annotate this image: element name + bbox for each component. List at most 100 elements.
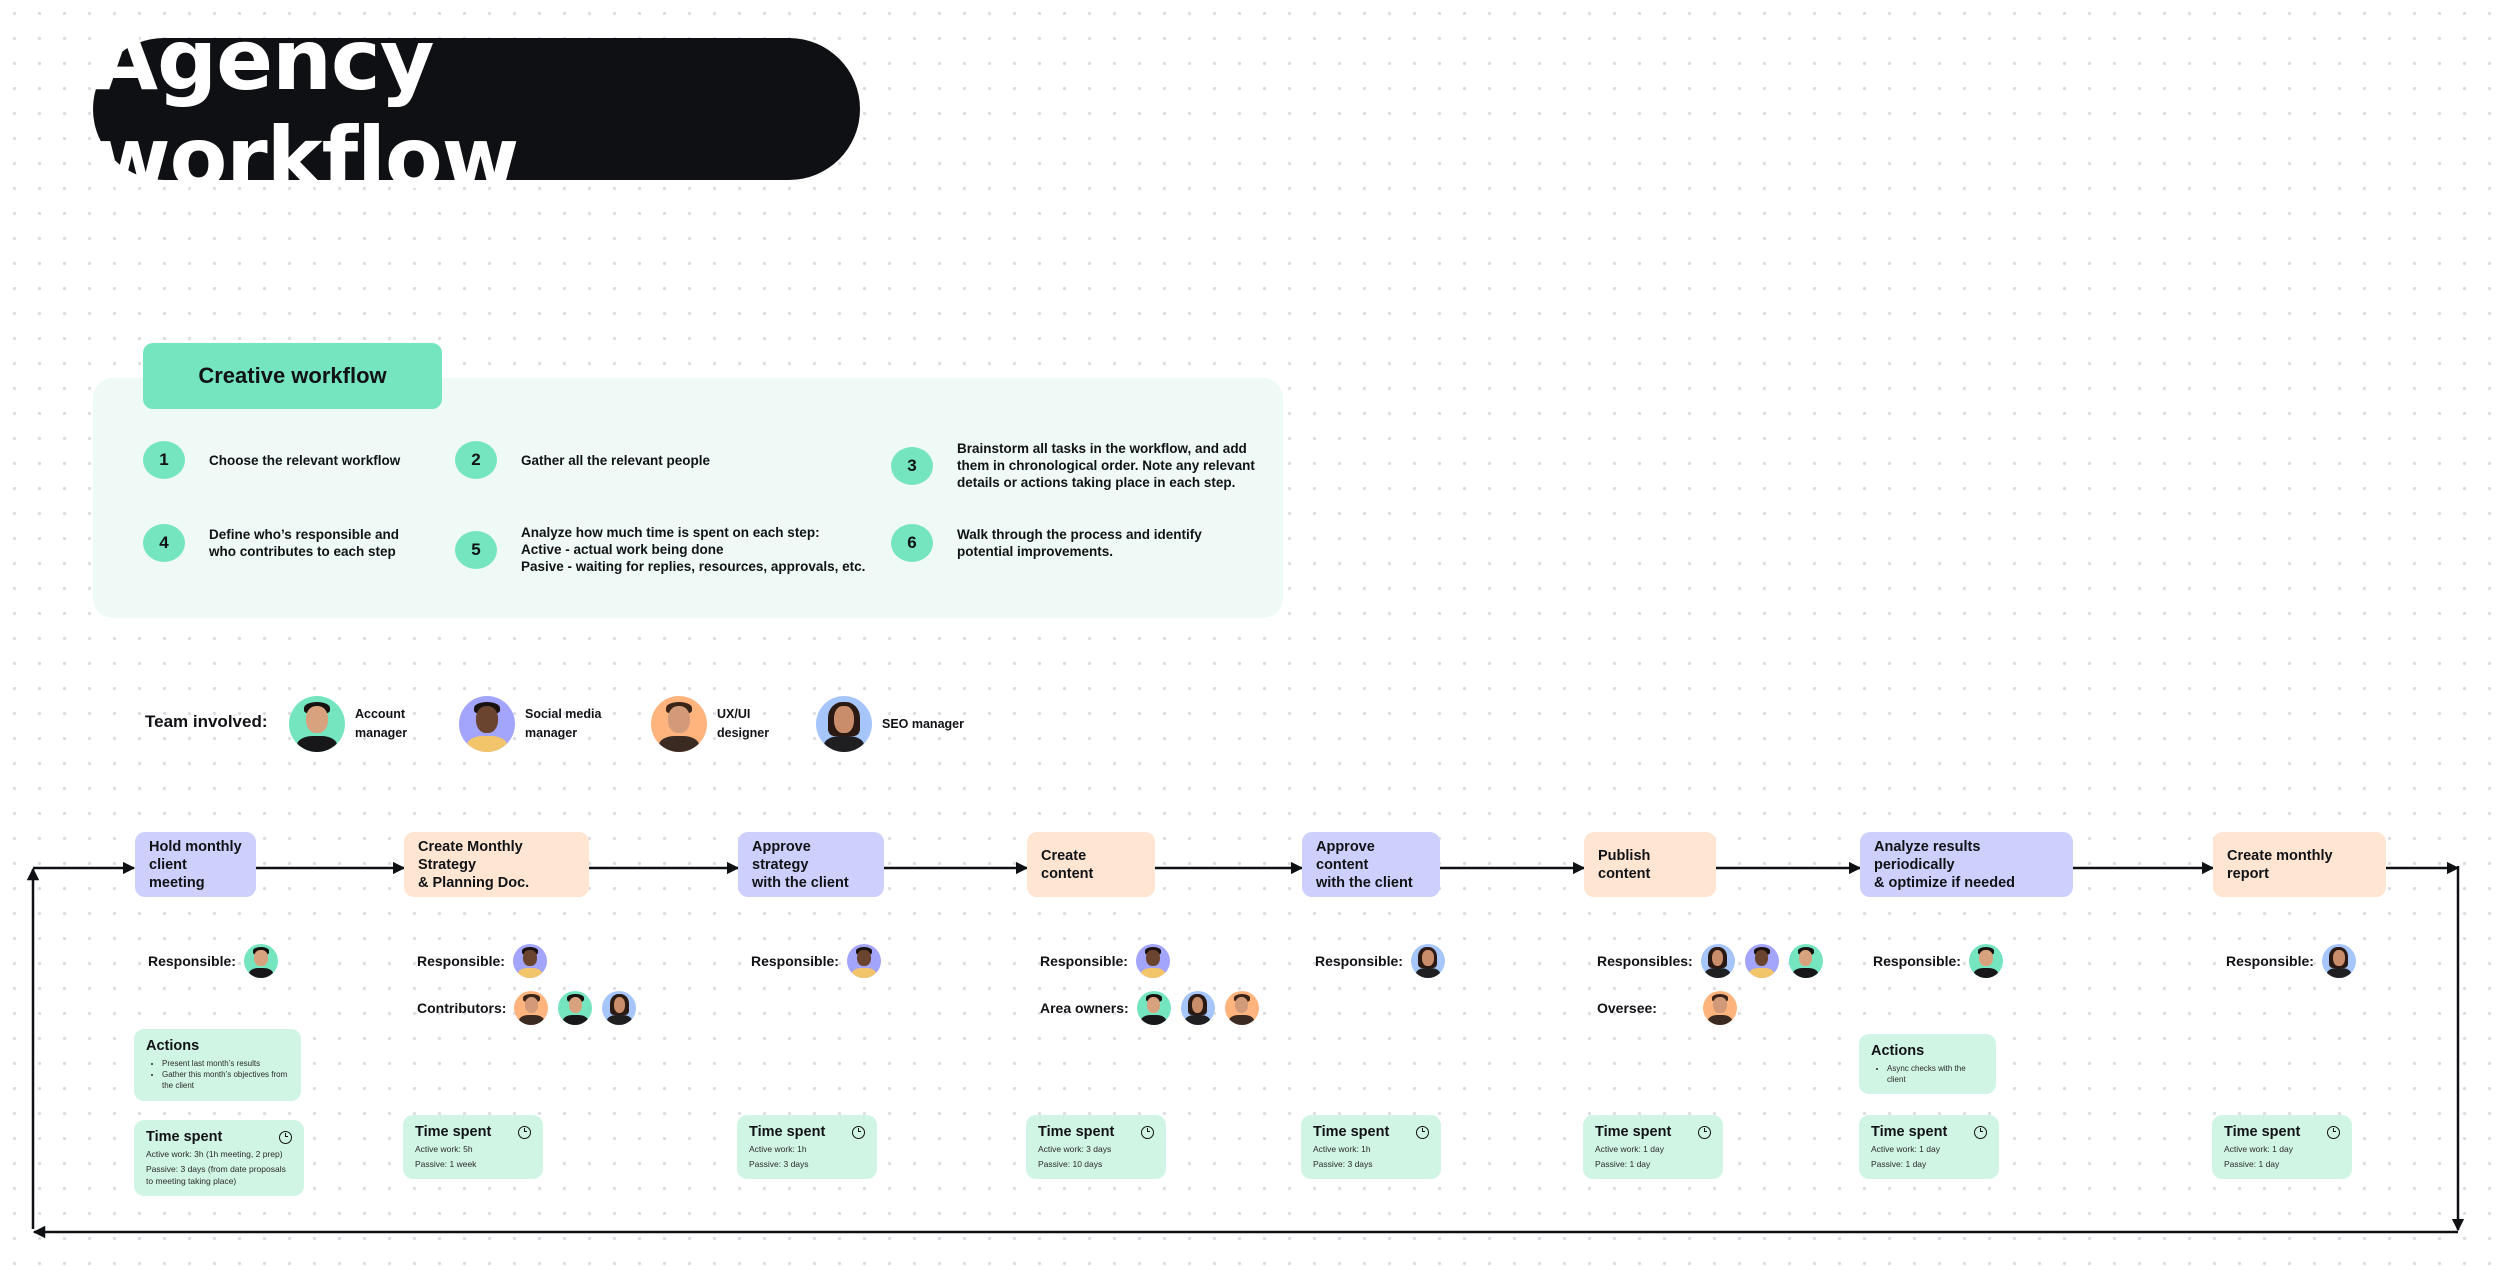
time-passive: Passive: 1 day xyxy=(2224,1159,2280,1169)
time-active: Active work: 3h (1h meeting, 2 prep) xyxy=(146,1149,283,1159)
role-row: Responsible: xyxy=(751,944,881,978)
clock-icon xyxy=(1141,1125,1154,1139)
role-avatars xyxy=(1410,944,1445,978)
avatar-account-manager xyxy=(1136,991,1171,1025)
role-label: Responsible: xyxy=(1315,953,1403,969)
actions-card: Actions Async checks with the client xyxy=(1859,1034,1996,1094)
role-avatars xyxy=(514,991,637,1025)
time-passive: Passive: 3 days xyxy=(749,1159,809,1169)
avatar-seo-manager xyxy=(2321,944,2356,978)
avatar-account-manager xyxy=(1968,944,2003,978)
time-spent-header: Time spent xyxy=(1871,1124,1987,1140)
time-active: Active work: 1h xyxy=(1313,1144,1371,1154)
workflow-step-box[interactable]: Publish content xyxy=(1584,832,1716,897)
role-row: Responsible: xyxy=(1315,944,1445,978)
action-item: Gather this month’s objectives from the … xyxy=(162,1069,289,1091)
role-label: Responsible: xyxy=(417,953,505,969)
avatar-account-manager xyxy=(243,944,278,978)
role-row: Responsible: xyxy=(417,944,547,978)
workflow-step-box[interactable]: Approve content with the client xyxy=(1302,832,1440,897)
role-avatars xyxy=(1968,944,2003,978)
avatar-ux-ui-designer xyxy=(514,991,549,1025)
workflow-step-box[interactable]: Analyze results periodically & optimize … xyxy=(1860,832,2073,897)
actions-title: Actions xyxy=(1871,1043,1925,1059)
time-spent-title: Time spent xyxy=(146,1129,223,1145)
time-spent-header: Time spent xyxy=(146,1129,292,1145)
workflow-step-box[interactable]: Create Monthly Strategy & Planning Doc. xyxy=(404,832,589,897)
role-row: Responsibles: xyxy=(1597,944,1823,978)
time-spent-title: Time spent xyxy=(1595,1124,1672,1140)
time-passive: Passive: 3 days xyxy=(1313,1159,1373,1169)
avatar-ux-ui-designer xyxy=(1703,991,1737,1025)
workflow-step-box[interactable]: Hold monthly client meeting xyxy=(135,832,256,897)
time-spent-header: Time spent xyxy=(749,1124,865,1140)
time-spent-header: Time spent xyxy=(1313,1124,1429,1140)
avatar-account-manager xyxy=(1788,944,1823,978)
avatar-social-media-manager xyxy=(1135,944,1170,978)
actions-list: Async checks with the client xyxy=(1871,1063,1984,1085)
avatar-seo-manager xyxy=(1410,944,1445,978)
avatar-social-media-manager xyxy=(512,944,547,978)
role-label: Responsible: xyxy=(148,953,236,969)
time-spent-title: Time spent xyxy=(2224,1124,2301,1140)
role-label: Oversee: xyxy=(1597,1000,1657,1016)
time-spent-title: Time spent xyxy=(1038,1124,1115,1140)
role-row: Oversee: xyxy=(1597,991,1737,1025)
time-spent-header: Time spent xyxy=(1038,1124,1154,1140)
time-active: Active work: 1 day xyxy=(2224,1144,2293,1154)
time-spent-card: Time spent Active work: 1 day Passive: 1 d… xyxy=(1859,1115,1999,1179)
clock-icon xyxy=(2327,1125,2340,1139)
time-spent-card: Time spent Active work: 1 day Passive: 1 d… xyxy=(1583,1115,1723,1179)
time-spent-card: Time spent Active work: 1h Passive: 3 days xyxy=(737,1115,877,1179)
workflow-step-box[interactable]: Approve strategy with the client xyxy=(738,832,884,897)
time-spent-title: Time spent xyxy=(415,1124,492,1140)
avatar-social-media-manager xyxy=(1744,944,1779,978)
role-avatars xyxy=(1700,944,1823,978)
time-active: Active work: 3 days xyxy=(1038,1144,1112,1154)
time-spent-title: Time spent xyxy=(1313,1124,1390,1140)
time-spent-header: Time spent xyxy=(1595,1124,1711,1140)
role-label: Responsible: xyxy=(1873,953,1961,969)
time-active: Active work: 5h xyxy=(415,1144,473,1154)
role-label: Responsible: xyxy=(751,953,839,969)
role-label: Contributors: xyxy=(417,1000,507,1016)
role-row: Responsible: xyxy=(2226,944,2356,978)
time-passive: Passive: 1 day xyxy=(1871,1159,1927,1169)
role-label: Responsible: xyxy=(1040,953,1128,969)
time-active: Active work: 1 day xyxy=(1871,1144,1940,1154)
role-row: Responsible: xyxy=(1040,944,1170,978)
actions-card: Actions Present last month’s resultsGathe… xyxy=(134,1029,301,1101)
time-spent-card: Time spent Active work: 3h (1h meeting, 2… xyxy=(134,1120,304,1196)
role-label: Responsible: xyxy=(2226,953,2314,969)
role-avatars xyxy=(846,944,881,978)
role-row: Contributors: xyxy=(417,991,637,1025)
action-item: Async checks with the client xyxy=(1887,1063,1984,1085)
avatar-seo-manager xyxy=(602,991,637,1025)
role-avatars xyxy=(512,944,547,978)
workflow-step-box[interactable]: Create content xyxy=(1027,832,1155,897)
clock-icon xyxy=(1974,1125,1987,1139)
role-avatars xyxy=(1135,944,1170,978)
time-passive: Passive: 1 day xyxy=(1595,1159,1651,1169)
role-avatars xyxy=(243,944,278,978)
avatar-seo-manager xyxy=(1180,991,1215,1025)
avatar-seo-manager xyxy=(1700,944,1735,978)
time-spent-card: Time spent Active work: 3 days Passive: 10… xyxy=(1026,1115,1166,1179)
clock-icon xyxy=(852,1125,865,1139)
clock-icon xyxy=(518,1125,531,1139)
role-avatars xyxy=(2321,944,2356,978)
actions-list: Present last month’s resultsGather this … xyxy=(146,1058,289,1091)
role-row: Area owners: xyxy=(1040,991,1259,1025)
time-active: Active work: 1h xyxy=(749,1144,807,1154)
clock-icon xyxy=(1416,1125,1429,1139)
role-row: Responsible: xyxy=(1873,944,2003,978)
avatar-account-manager xyxy=(558,991,593,1025)
clock-icon xyxy=(1698,1125,1711,1139)
time-active: Active work: 1 day xyxy=(1595,1144,1664,1154)
role-label: Responsibles: xyxy=(1597,953,1693,969)
time-spent-title: Time spent xyxy=(1871,1124,1948,1140)
time-passive: Passive: 1 week xyxy=(415,1159,477,1169)
workflow-step-box[interactable]: Create monthly report xyxy=(2213,832,2386,897)
avatar-ux-ui-designer xyxy=(1224,991,1259,1025)
time-spent-header: Time spent xyxy=(415,1124,531,1140)
